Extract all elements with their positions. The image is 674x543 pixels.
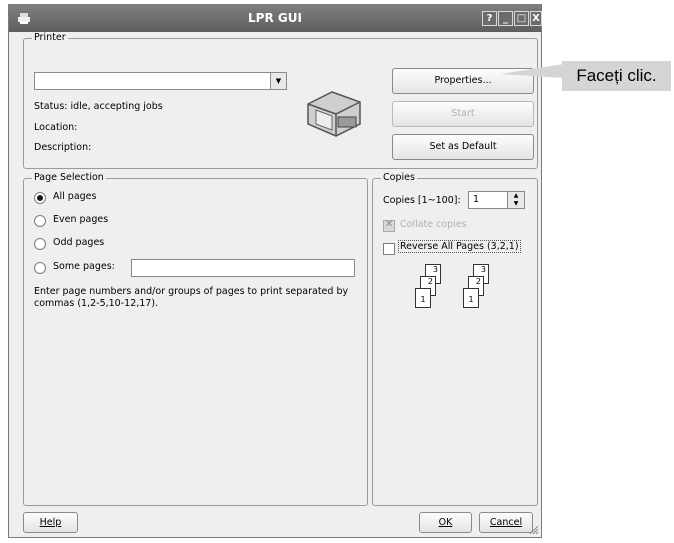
copies-legend: Copies — [381, 172, 417, 184]
ok-button[interactable]: OK — [419, 512, 472, 533]
copies-spinbox[interactable]: 1 ▲ ▼ — [468, 191, 525, 209]
spin-arrows-icon[interactable]: ▲ ▼ — [507, 192, 524, 208]
some-pages-label: Some pages: — [53, 261, 115, 272]
even-pages-radio[interactable] — [34, 215, 46, 227]
minimize-button[interactable]: _ — [498, 11, 513, 26]
resize-grip-icon[interactable] — [529, 525, 539, 535]
ok-button-label: OK — [438, 517, 453, 528]
help-button-label: Help — [39, 517, 62, 528]
set-default-button[interactable]: Set as Default — [392, 134, 534, 160]
window-title: LPR GUI — [248, 11, 302, 25]
chevron-down-icon[interactable]: ▼ — [270, 73, 286, 89]
lpr-gui-window: LPR GUI ? _ □ X Printer ▼ Status: idle, … — [8, 4, 542, 538]
copies-label: Copies [1~100]: — [383, 195, 461, 206]
all-pages-label: All pages — [53, 191, 97, 202]
reverse-pages-label: Reverse All Pages (3,2,1) — [398, 240, 521, 253]
page-selection-legend: Page Selection — [32, 172, 106, 184]
copies-value: 1 — [473, 194, 480, 205]
cancel-button[interactable]: Cancel — [479, 512, 533, 533]
title-bar[interactable]: LPR GUI ? _ □ X — [9, 5, 542, 32]
reverse-pages-checkbox[interactable] — [383, 243, 395, 255]
printer-location: Location: — [34, 122, 78, 133]
printer-legend: Printer — [32, 32, 68, 44]
printer-group: Printer ▼ Status: idle, accepting jobs L… — [23, 32, 538, 169]
some-pages-radio[interactable] — [34, 262, 46, 274]
page-selection-group: Page Selection All pages Even pages Odd … — [23, 172, 368, 506]
some-pages-input[interactable] — [131, 259, 355, 277]
page-stack-1-page-1: 1 — [415, 288, 431, 308]
page-stack-2-icon: 3 2 1 — [463, 264, 499, 310]
help-titlebar-button[interactable]: ? — [482, 11, 497, 26]
page-stack-1-icon: 3 2 1 — [415, 264, 451, 310]
collate-checkbox[interactable] — [383, 219, 395, 232]
help-button[interactable]: Help — [23, 512, 78, 533]
copies-group: Copies Copies [1~100]: 1 ▲▼ Collate copi… — [372, 172, 538, 506]
odd-pages-radio[interactable] — [34, 238, 46, 250]
callout-pointer — [500, 64, 564, 78]
page-selection-help-text: Enter page numbers and/or groups of page… — [34, 286, 349, 309]
all-pages-radio[interactable] — [34, 192, 46, 204]
maximize-button[interactable]: □ — [514, 11, 529, 26]
printer-select[interactable]: ▼ — [34, 72, 287, 90]
collate-label: Collate copies — [400, 219, 467, 230]
start-button[interactable]: Start — [392, 101, 534, 127]
printer-status: Status: idle, accepting jobs — [34, 101, 163, 112]
close-button[interactable]: X — [530, 11, 542, 26]
page-stack-2-page-1: 1 — [463, 288, 479, 308]
odd-pages-label: Odd pages — [53, 237, 105, 248]
cancel-button-label: Cancel — [489, 517, 523, 528]
printer-description: Description: — [34, 142, 92, 153]
even-pages-label: Even pages — [53, 214, 109, 225]
callout-label: Faceți clic. — [562, 61, 671, 91]
printer-icon — [307, 91, 361, 137]
